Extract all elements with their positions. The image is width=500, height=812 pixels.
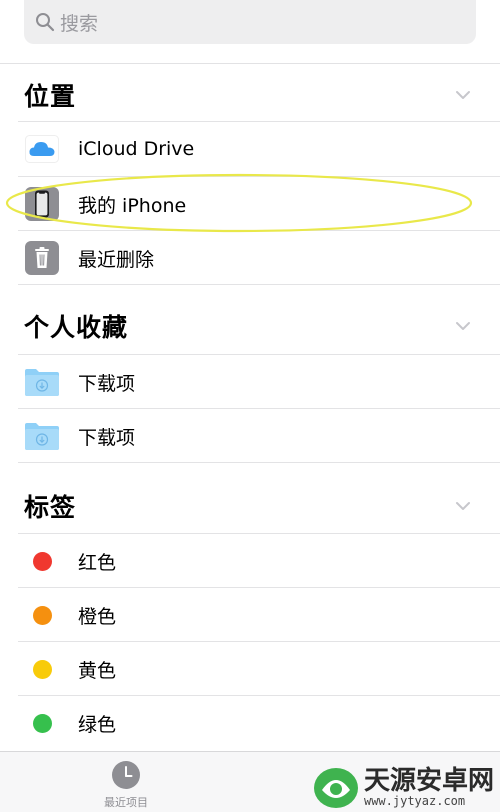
sidebar-item-label: 我的 iPhone <box>78 194 187 217</box>
iphone-icon <box>24 186 60 222</box>
section-title-tags: 标签 <box>24 493 77 522</box>
icloud-icon <box>24 131 60 167</box>
search-bar[interactable]: 搜索 <box>24 0 476 44</box>
sidebar-item-downloads[interactable]: 下载项 <box>24 355 500 409</box>
section-header-favorites[interactable]: 个人收藏 <box>24 298 476 354</box>
sidebar-item-recently-deleted[interactable]: 最近删除 <box>24 231 500 285</box>
tab-bar: 最近项目 天源安卓网 www.jytyaz.com <box>0 751 500 812</box>
sidebar-item-label: 绿色 <box>78 713 117 736</box>
sidebar-item-label: 下载项 <box>78 426 136 449</box>
divider <box>18 462 500 463</box>
tab-label: 最近项目 <box>104 796 148 809</box>
sidebar-item-icloud-drive[interactable]: iCloud Drive <box>24 122 500 176</box>
search-placeholder[interactable]: 搜索 <box>60 9 98 36</box>
watermark-url: www.jytyaz.com <box>363 794 466 808</box>
chevron-down-icon[interactable] <box>454 317 472 335</box>
watermark-logo-icon <box>313 768 358 808</box>
divider <box>0 63 500 64</box>
chevron-down-icon[interactable] <box>454 86 472 104</box>
sidebar-item-downloads[interactable]: 下载项 <box>24 409 500 463</box>
section-title-locations: 位置 <box>24 82 77 111</box>
yellow-tag-dot-icon <box>32 659 52 679</box>
orange-tag-dot-icon <box>32 605 52 625</box>
search-icon <box>34 11 56 33</box>
divider <box>18 284 500 285</box>
sidebar-item-label: 橙色 <box>78 605 117 628</box>
sidebar-item-label: iCloud Drive <box>78 138 195 160</box>
section-title-favorites: 个人收藏 <box>24 313 129 342</box>
sidebar-item-label: 下载项 <box>78 372 136 395</box>
sidebar-item-my-iphone[interactable]: 我的 iPhone <box>24 177 500 231</box>
sidebar-item-tag-orange[interactable]: 橙色 <box>24 588 500 642</box>
tab-recents[interactable]: 最近项目 <box>96 760 156 810</box>
sidebar-item-tag-yellow[interactable]: 黄色 <box>24 642 500 696</box>
trash-icon <box>24 240 60 276</box>
sidebar-item-tag-red[interactable]: 红色 <box>24 534 500 588</box>
clock-icon <box>112 761 140 789</box>
download-folder-icon <box>24 364 60 400</box>
sidebar-item-tag-green[interactable]: 绿色 <box>24 696 500 750</box>
section-header-tags[interactable]: 标签 <box>24 478 476 534</box>
sidebar-item-label: 红色 <box>78 551 117 574</box>
chevron-down-icon[interactable] <box>454 497 472 515</box>
sidebar-item-label: 最近删除 <box>78 248 155 271</box>
download-folder-icon <box>24 418 60 454</box>
sidebar-item-label: 黄色 <box>78 659 117 682</box>
watermark: 天源安卓网 www.jytyaz.com <box>312 766 494 810</box>
section-header-locations[interactable]: 位置 <box>24 67 476 123</box>
green-tag-dot-icon <box>32 713 52 733</box>
watermark-name: 天源安卓网 <box>363 766 494 796</box>
red-tag-dot-icon <box>32 551 52 571</box>
